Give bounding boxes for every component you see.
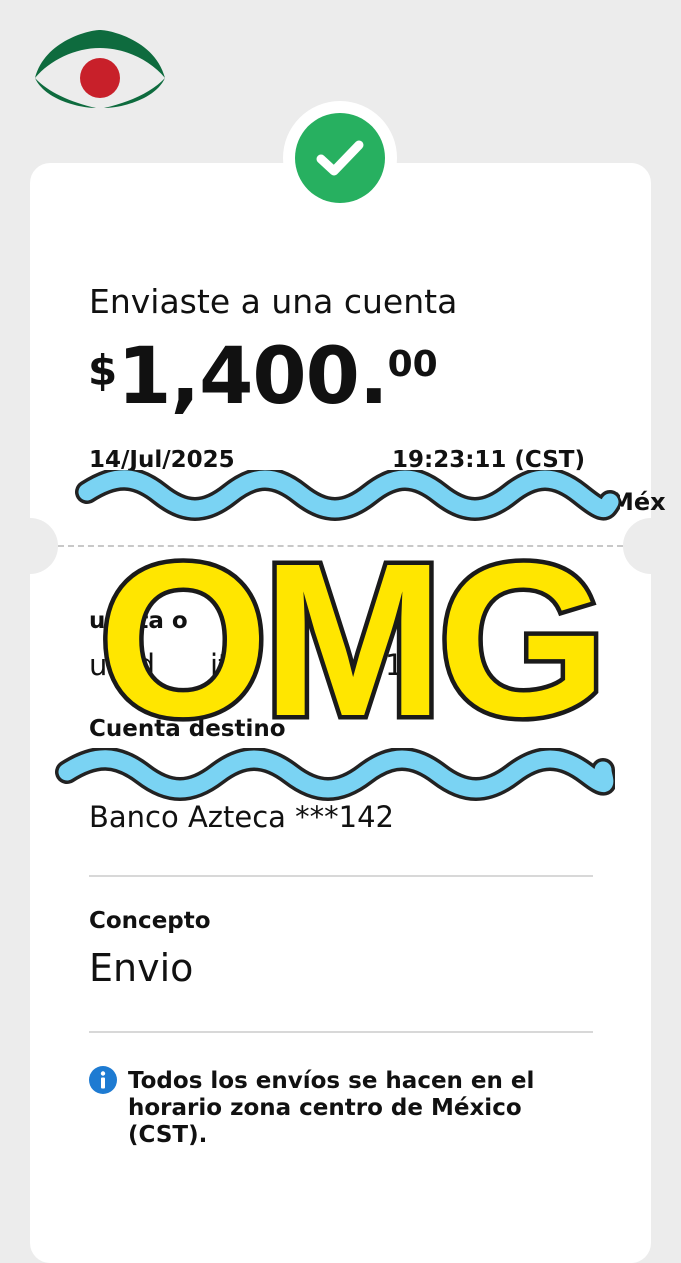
redaction-squiggle-bottom — [55, 748, 615, 801]
amount-decimals: 00 — [387, 344, 438, 385]
concept-label: Concepto — [89, 908, 211, 934]
info-icon — [89, 1066, 117, 1094]
amount-currency: $ — [88, 346, 118, 395]
destination-bank: Banco Azteca ***142 — [89, 800, 395, 834]
checkmark-icon — [295, 113, 385, 203]
info-message: Todos los envíos se hacen en el horario … — [128, 1068, 535, 1148]
omg-sticker-text: OMG — [99, 535, 602, 735]
bank-logo — [35, 30, 165, 108]
ticket-notch-left — [2, 518, 58, 574]
section-divider — [89, 1031, 593, 1033]
amount-integer: 1,400. — [117, 332, 388, 422]
redaction-squiggle-top — [75, 470, 620, 521]
concept-value: Envio — [89, 946, 194, 990]
ticket-notch-right — [623, 518, 679, 574]
transfer-amount: $1,400.00 — [88, 332, 438, 422]
omg-sticker: OMG — [94, 535, 612, 735]
page-title: Enviaste a una cuenta — [89, 282, 458, 321]
section-divider — [89, 875, 593, 877]
